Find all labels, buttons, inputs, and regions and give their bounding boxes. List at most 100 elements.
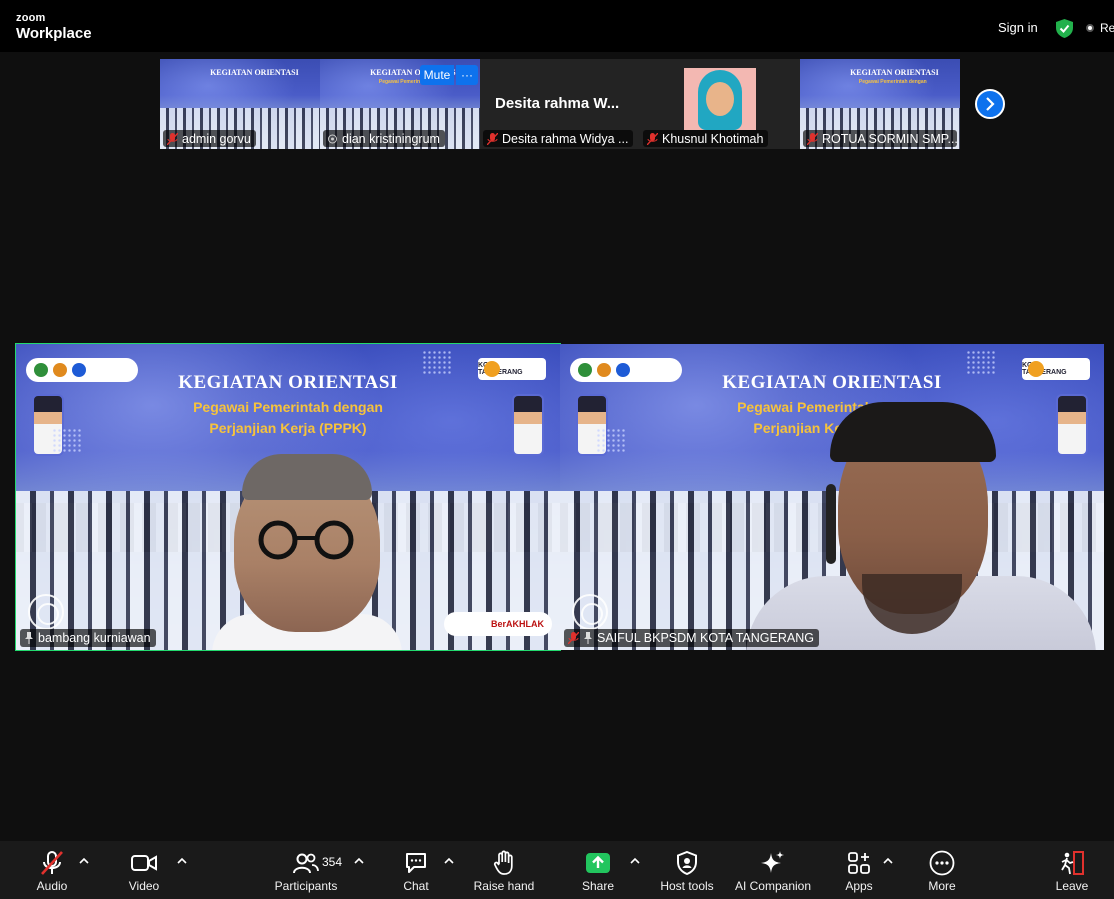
mic-muted-icon (568, 632, 579, 644)
participant-name: bambang kurniawan (38, 631, 151, 645)
share-screen-icon (586, 853, 610, 873)
record-dot-icon (1086, 24, 1094, 32)
speaker-hair (830, 402, 996, 462)
slide-subtitle-line2: Perjanjian Kerja (PPPK) (753, 420, 911, 436)
chat-options-caret-icon[interactable] (443, 855, 455, 867)
chat-bubble-icon (406, 853, 426, 873)
mute-participant-button[interactable]: Mute (420, 65, 454, 85)
chat-label: Chat (403, 879, 429, 893)
bkpsdm-logo-icon (28, 594, 64, 630)
audio-label: Audio (36, 879, 68, 893)
participant-name: Khusnul Khotimah (662, 131, 764, 146)
decorative-dots (596, 428, 626, 452)
recording-label: Re (1100, 21, 1114, 35)
gallery-thumb[interactable]: KEGIATAN ORIENTASI Pegawai Pemerintah de… (320, 59, 480, 149)
slide-subtitle-line1: Pegawai Pemerintah dengan (737, 399, 927, 415)
more-label: More (928, 879, 956, 893)
participant-nametag: Khusnul Khotimah (643, 130, 769, 147)
participant-more-button[interactable]: ··· (456, 65, 478, 85)
ai-companion-label: AI Companion (734, 879, 812, 893)
leave-label: Leave (1055, 879, 1089, 893)
apps-options-caret-icon[interactable] (882, 855, 894, 867)
leave-button[interactable]: Leave (1024, 849, 1114, 893)
glasses-icon (258, 520, 354, 560)
participant-nametag: Desita rahma Widya ... (483, 130, 634, 147)
zoom-meeting-window: zoom Workplace Sign in Re KEGIATAN ORIEN… (0, 0, 1114, 899)
security-shield-icon[interactable] (1056, 19, 1073, 38)
gallery-thumb[interactable]: Desita rahma W... Desita rahma Widya ... (480, 59, 640, 149)
participant-name: Desita rahma Widya ... (502, 131, 629, 146)
raise-hand-button[interactable]: Raise hand (456, 849, 552, 893)
video-options-caret-icon[interactable] (176, 855, 188, 867)
official-portrait (1056, 394, 1088, 456)
participant-display-name: Desita rahma W... (495, 95, 620, 112)
ai-companion-button[interactable]: AI Companion (725, 849, 821, 893)
participants-icon (293, 853, 319, 874)
slide-subtitle-line1: Pegawai Pemerintah dengan (193, 399, 383, 415)
participant-name: admin gorvu (182, 131, 251, 146)
host-tools-label: Host tools (660, 879, 714, 893)
chevron-right-icon (986, 97, 995, 111)
participants-label: Participants (274, 879, 338, 893)
participant-nametag: bambang kurniawan (20, 629, 156, 647)
gallery-next-button[interactable] (975, 89, 1005, 119)
mic-muted-icon (487, 132, 498, 145)
zoom-workplace-logo: zoom Workplace (16, 12, 92, 42)
slide-thumb-subtitle: Pegawai Pemerintah dengan (858, 78, 927, 85)
audio-options-caret-icon[interactable] (78, 855, 90, 867)
apps-grid-icon (848, 852, 870, 874)
gallery-thumb[interactable]: KEGIATAN ORIENTASI Pegawai Pemerintah de… (800, 59, 960, 149)
mic-muted-icon (807, 132, 818, 145)
video-tile-active-speaker[interactable]: KOTA TANGERANG KEGIATAN ORIENTASI Pegawa… (15, 343, 561, 651)
slide-thumb-title: KEGIATAN ORIENTASI (850, 68, 939, 77)
leave-door-icon (1061, 851, 1084, 875)
participant-nametag: admin gorvu (163, 130, 256, 147)
video-camera-icon (131, 855, 157, 871)
microphone-muted-icon (41, 851, 63, 875)
participant-nametag: dian kristiningrum (323, 130, 445, 147)
raised-hand-icon (493, 850, 513, 875)
host-tools-button[interactable]: Host tools (639, 849, 735, 893)
participant-nametag: ROTUA SORMIN SMP... (803, 130, 957, 147)
ai-sparkle-icon (761, 851, 784, 873)
speaker-hair (242, 454, 372, 500)
participant-video (684, 68, 756, 130)
video-label: Video (128, 879, 160, 893)
more-button[interactable]: More (894, 849, 990, 893)
slide-subtitle: Pegawai Pemerintah dengan Perjanjian Ker… (16, 397, 560, 439)
official-portrait (512, 394, 544, 456)
participant-name: ROTUA SORMIN SMP... (822, 131, 957, 146)
slide-subtitle: Pegawai Pemerintah dengan Perjanjian Ker… (560, 397, 1104, 439)
decorative-dots (422, 350, 452, 374)
slide-title: KEGIATAN ORIENTASI (178, 372, 398, 393)
slide-subtitle-line2: Perjanjian Kerja (PPPK) (209, 420, 367, 436)
apps-label: Apps (845, 879, 873, 893)
recording-indicator[interactable]: Re (1086, 21, 1114, 35)
participants-options-caret-icon[interactable] (353, 855, 365, 867)
berakhlak-badge: BerAKHLAK (444, 612, 552, 636)
mic-muted-icon (647, 132, 658, 145)
pin-icon (25, 632, 33, 644)
share-label: Share (581, 879, 615, 893)
top-bar: zoom Workplace Sign in Re (0, 0, 1114, 52)
decorative-dots (966, 350, 996, 374)
participant-nametag: SAIFUL BKPSDM KOTA TANGERANG (564, 629, 819, 647)
slide-title: KEGIATAN ORIENTASI (722, 372, 942, 393)
bkpsdm-logo-icon (572, 594, 608, 630)
video-tile[interactable]: KOTA TANGERANG KEGIATAN ORIENTASI Pegawa… (560, 344, 1104, 650)
gallery-thumb[interactable]: Khusnul Khotimah (640, 59, 800, 149)
gallery-strip: KEGIATAN ORIENTASI admin gorvu KEGIATAN … (160, 59, 960, 149)
more-ellipsis-icon (929, 850, 955, 876)
participants-count-badge: 354 (322, 855, 343, 869)
meeting-toolbar: Audio Video Participants Chat Raise hand… (0, 841, 1114, 899)
sign-in-link[interactable]: Sign in (998, 20, 1038, 35)
participant-name: SAIFUL BKPSDM KOTA TANGERANG (597, 631, 814, 645)
headset-icon (826, 484, 836, 564)
logo-zoom-text: zoom (16, 12, 46, 24)
audio-connecting-icon (328, 134, 337, 143)
pin-icon (584, 632, 592, 644)
raise-hand-label: Raise hand (473, 879, 535, 893)
gallery-thumb[interactable]: KEGIATAN ORIENTASI admin gorvu (160, 59, 320, 149)
logo-workplace-text: Workplace (16, 25, 92, 42)
participant-name: dian kristiningrum (342, 131, 440, 146)
